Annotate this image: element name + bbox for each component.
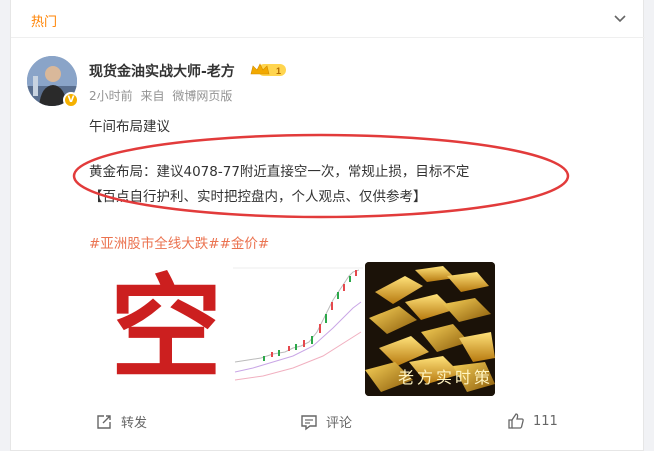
comment-label: 评论 — [326, 416, 353, 431]
image-kong[interactable]: 空 — [101, 262, 231, 396]
image-chart[interactable] — [233, 262, 363, 396]
chevron-down-icon[interactable] — [613, 12, 627, 26]
chart-thumbnail — [233, 262, 363, 396]
share-icon — [97, 414, 111, 429]
post-source[interactable]: 微博网页版 — [172, 89, 232, 103]
repost-button[interactable]: 转发 — [95, 412, 147, 431]
comment-icon — [301, 414, 317, 430]
kong-character: 空 — [110, 263, 222, 394]
comment-button[interactable]: 评论 — [300, 412, 352, 431]
post-time[interactable]: 2小时前 — [89, 89, 133, 103]
image-grid: 空 老方实时策 — [101, 262, 495, 396]
feed-header: 热门 — [11, 0, 645, 38]
action-bar: 转发 评论 111 — [11, 412, 645, 440]
post-meta: 2小时前 来自 微博网页版 — [89, 87, 236, 104]
tab-hot[interactable]: 热门 — [31, 11, 57, 30]
thumbs-up-icon — [508, 413, 524, 429]
repost-label: 转发 — [121, 416, 148, 431]
like-count: 111 — [533, 413, 558, 429]
like-button[interactable]: 111 — [507, 412, 558, 430]
image-gold-bars[interactable]: 老方实时策 — [365, 262, 495, 396]
topic-tags[interactable]: #亚洲股市全线大跌##金价# — [89, 232, 269, 252]
feed-card: 热门 V 现货金油实战大师-老方 1 2小时前 来自 微博网页版 午间布局建议 … — [10, 0, 645, 451]
author-name[interactable]: 现货金油实战大师-老方 — [89, 61, 235, 81]
source-prefix: 来自 — [140, 89, 165, 103]
highlight-ellipse — [72, 133, 570, 219]
image-watermark: 老方实时策 — [397, 368, 493, 387]
level-number: 1 — [276, 66, 281, 76]
member-level-badge[interactable]: 1 — [250, 62, 288, 78]
verified-badge-icon: V — [63, 92, 79, 108]
